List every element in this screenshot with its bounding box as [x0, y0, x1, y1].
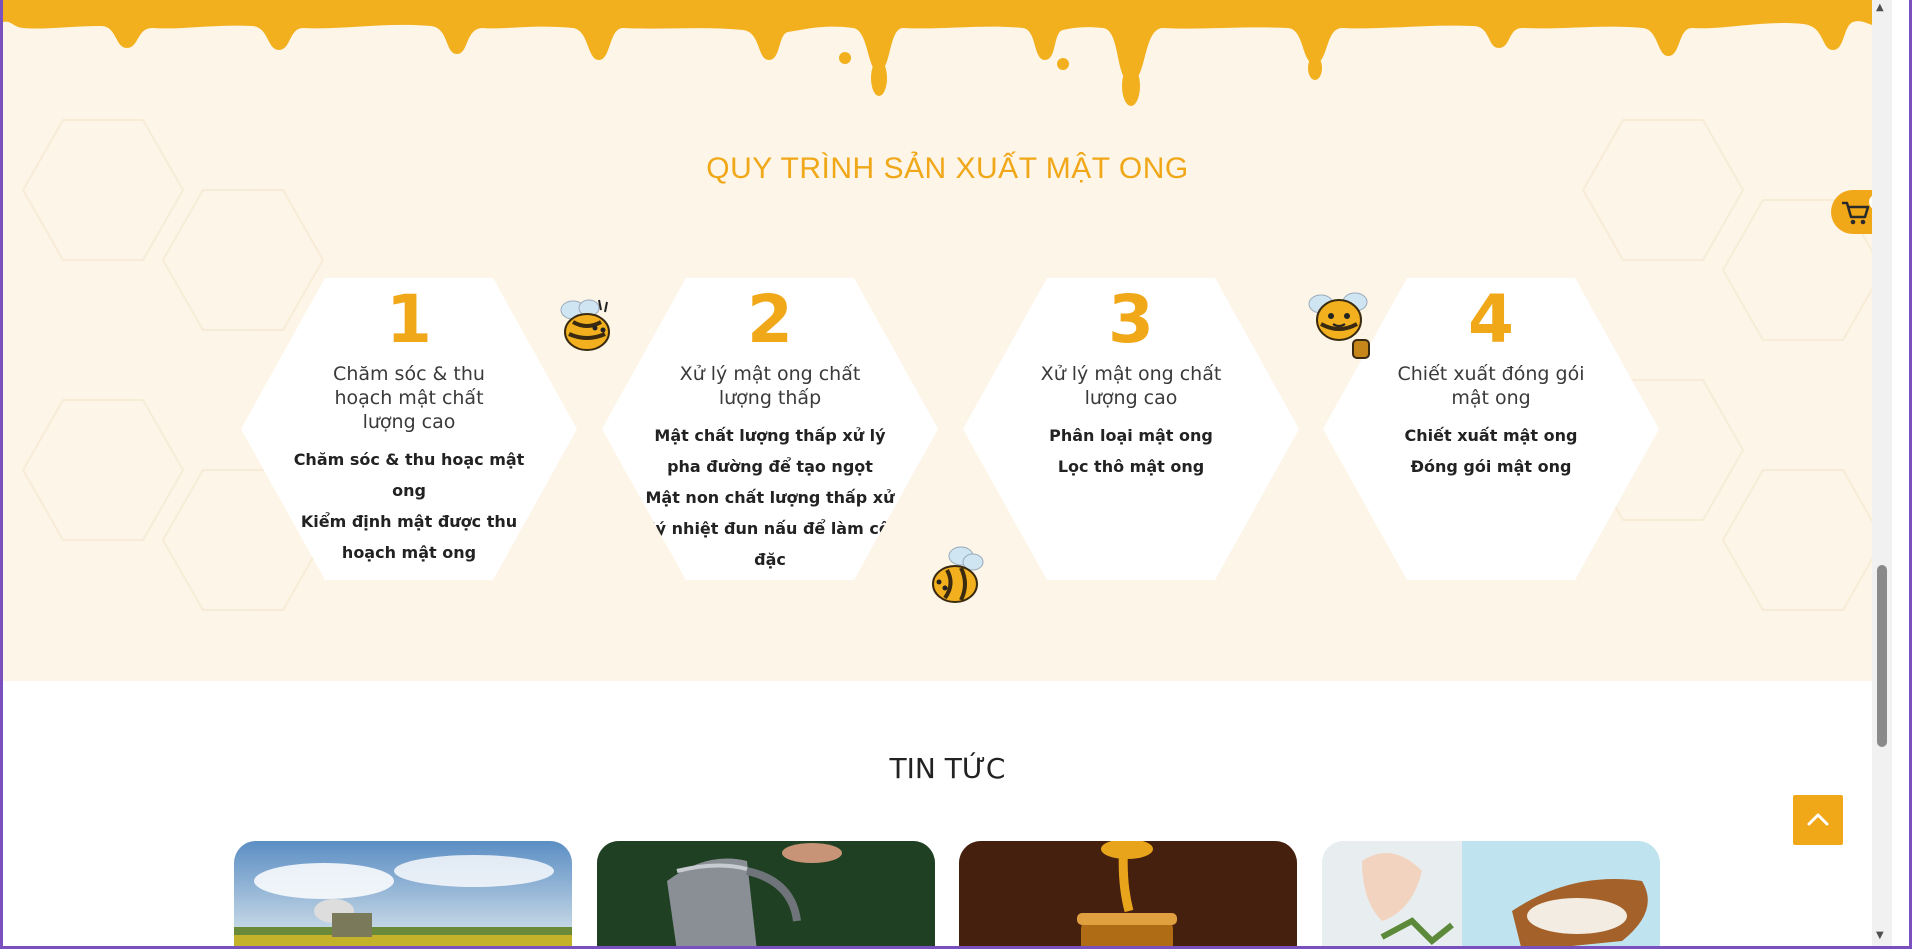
- news-card[interactable]: [597, 841, 935, 946]
- step-item: Kiểm định mật được thu hoạch mật ong: [300, 512, 518, 562]
- process-section: QUY TRÌNH SẢN XUẤT MẬT ONG 1 Chăm sóc & …: [3, 0, 1892, 681]
- page: QUY TRÌNH SẢN XUẤT MẬT ONG 1 Chăm sóc & …: [3, 0, 1892, 946]
- step-title: Xử lý mật ong chất lượng cao: [1040, 363, 1222, 409]
- step-item: Lọc thô mật ong: [1057, 457, 1205, 476]
- step-item-list: Chăm sóc & thu hoạc mật ong Kiểm định mậ…: [284, 444, 534, 568]
- news-card[interactable]: [1322, 841, 1660, 946]
- news-card[interactable]: [959, 841, 1297, 946]
- vertical-scrollbar[interactable]: ▲ ▼: [1872, 0, 1892, 946]
- news-card-image: [234, 841, 572, 946]
- chevron-up-icon: [1807, 813, 1829, 826]
- step-item-list: Mật chất lượng thấp xử lý pha đường để t…: [645, 420, 895, 575]
- process-title: QUY TRÌNH SẢN XUẤT MẬT ONG: [706, 152, 1189, 185]
- scroll-up-arrow-icon[interactable]: ▲: [1876, 2, 1884, 13]
- bee-icon: [560, 299, 610, 351]
- news-card-image: [959, 841, 1297, 946]
- step-item: Đóng gói mật ong: [1410, 457, 1572, 476]
- cart-icon: [1842, 201, 1870, 225]
- news-card-image: [597, 841, 935, 946]
- step-item: Chiết xuất mật ong: [1404, 426, 1578, 445]
- step-title: Chiết xuất đóng gói mật ong: [1397, 363, 1585, 409]
- step-title: Xử lý mật ong chất lượng thấp: [679, 363, 861, 409]
- step-item-list: Chiết xuất mật ong Đóng gói mật ong: [1366, 420, 1616, 482]
- news-card-image: [1322, 841, 1660, 946]
- scrollbar-thumb[interactable]: [1877, 565, 1887, 747]
- honey-drip-border: [3, 0, 1892, 106]
- step-item: Chăm sóc & thu hoạc mật ong: [293, 450, 525, 500]
- news-card[interactable]: [234, 841, 572, 946]
- step-item: Phân loại mật ong: [1049, 426, 1213, 445]
- scroll-down-arrow-icon[interactable]: ▼: [1876, 930, 1884, 941]
- step-item-list: Phân loại mật ong Lọc thô mật ong: [1006, 420, 1256, 482]
- bee-with-honey-pot-icon: [1308, 292, 1370, 359]
- back-to-top-button[interactable]: [1793, 795, 1843, 845]
- step-title: Chăm sóc & thu hoạch mật chất lượng cao: [333, 363, 485, 433]
- bee-icon: [932, 546, 984, 603]
- step-item: Mật non chất lượng thấp xử lý nhiệt đun …: [645, 488, 895, 569]
- news-section-title: TIN TỨC: [889, 752, 1006, 785]
- step-item: Mật chất lượng thấp xử lý pha đường để t…: [654, 426, 886, 476]
